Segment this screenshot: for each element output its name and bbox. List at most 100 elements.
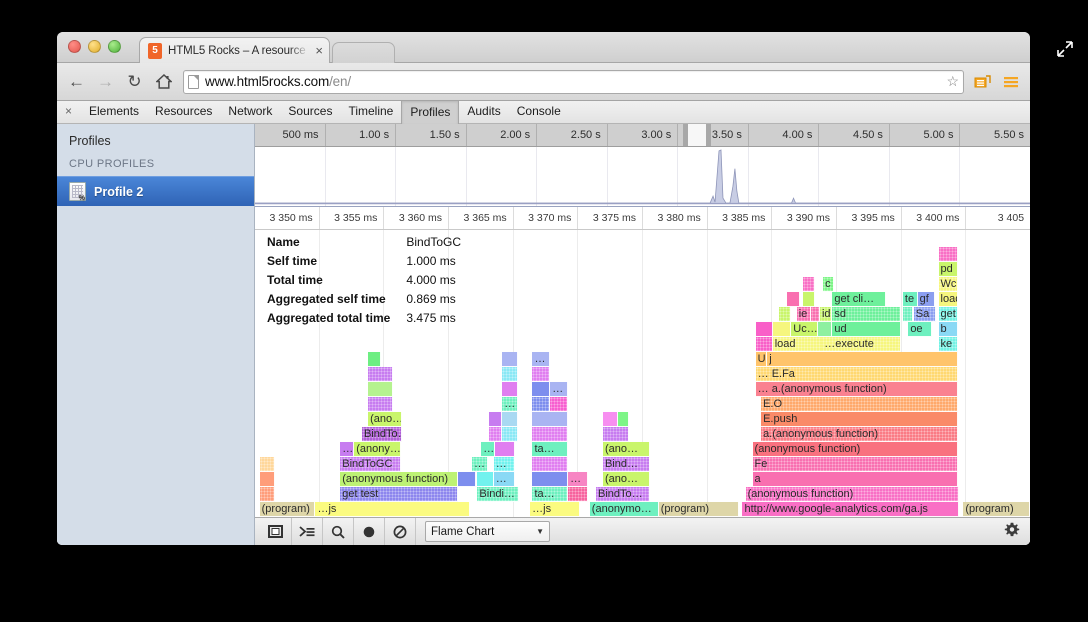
flame-block[interactable]: ta… (532, 487, 568, 502)
flame-block[interactable]: … (494, 472, 516, 487)
flame-block[interactable] (502, 352, 518, 367)
reload-button[interactable]: ↻ (125, 72, 144, 91)
flame-block[interactable]: sd (832, 307, 901, 322)
flame-block[interactable] (773, 322, 792, 337)
flame-block[interactable]: …js (315, 502, 470, 517)
flame-block[interactable] (368, 397, 393, 412)
flame-block[interactable]: te (903, 292, 918, 307)
flame-block[interactable] (368, 382, 393, 397)
flame-block[interactable] (603, 427, 629, 442)
window-controls[interactable] (68, 40, 121, 53)
flame-block[interactable]: ta… (532, 442, 568, 457)
flame-block[interactable]: U (756, 352, 768, 367)
flame-block[interactable]: … E.Fa (756, 367, 958, 382)
tab-elements[interactable]: Elements (81, 101, 147, 123)
flame-chart[interactable]: (program)…jsget test(anonymous function)… (255, 230, 1030, 517)
flame-block[interactable]: a.(anonymous function) (761, 427, 958, 442)
detail-time-ruler[interactable]: 3 350 ms3 355 ms3 360 ms3 365 ms3 370 ms… (255, 207, 1030, 230)
tab-network[interactable]: Network (220, 101, 280, 123)
flame-block[interactable] (260, 487, 276, 502)
flame-block[interactable] (818, 322, 832, 337)
flame-block[interactable] (756, 322, 773, 337)
flame-block[interactable] (532, 472, 568, 487)
cpu-overview-graph[interactable] (255, 147, 1030, 207)
bookmark-star-icon[interactable]: ☆ (946, 73, 959, 90)
flame-block[interactable]: Bind… (603, 457, 650, 472)
flame-block[interactable]: id (820, 307, 832, 322)
flame-block[interactable]: (ano… (603, 442, 650, 457)
flame-block[interactable] (532, 412, 568, 427)
flame-block[interactable]: … (568, 472, 588, 487)
tab-profiles[interactable]: Profiles (401, 101, 459, 124)
flame-block[interactable]: Sa (914, 307, 936, 322)
tab-sources[interactable]: Sources (280, 101, 340, 123)
flame-block[interactable]: get cli… (832, 292, 885, 307)
flame-block[interactable] (532, 427, 568, 442)
flame-block[interactable] (260, 472, 276, 487)
flame-block[interactable]: ud (832, 322, 901, 337)
home-button[interactable] (154, 72, 173, 91)
flame-block[interactable]: Wc (939, 277, 958, 292)
tab-resources[interactable]: Resources (147, 101, 220, 123)
flame-block[interactable]: b (939, 322, 958, 337)
flame-block[interactable] (260, 457, 276, 472)
page-info-icon[interactable] (188, 75, 199, 89)
browser-tab[interactable]: 5 HTML5 Rocks – A resource × (139, 37, 330, 63)
flame-block[interactable]: (anonymous function) (746, 487, 960, 502)
tab-console[interactable]: Console (509, 101, 569, 123)
flame-block[interactable]: Fe (753, 457, 958, 472)
flame-block[interactable]: … (494, 457, 516, 472)
flame-block[interactable]: (anony… (354, 442, 401, 457)
flame-block[interactable] (803, 277, 815, 292)
flame-block[interactable] (532, 367, 550, 382)
minimize-window-button[interactable] (88, 40, 101, 53)
flame-block[interactable]: gf (918, 292, 935, 307)
flame-block[interactable]: (ano… (603, 472, 650, 487)
flame-block[interactable]: (anonymous function) (753, 442, 958, 457)
dock-to-side-icon[interactable] (261, 518, 292, 545)
clear-icon[interactable] (385, 518, 416, 545)
close-window-button[interactable] (68, 40, 81, 53)
flame-block[interactable]: http://www.google-analytics.com/ga.js (742, 502, 959, 517)
flame-block[interactable] (603, 412, 618, 427)
flame-block[interactable] (489, 427, 502, 442)
flame-block[interactable]: j (767, 352, 958, 367)
view-mode-select[interactable]: Flame Chart ▼ (425, 521, 550, 542)
flame-block[interactable]: ie (797, 307, 811, 322)
flame-block[interactable] (756, 337, 773, 352)
flame-block[interactable] (477, 472, 493, 487)
back-button[interactable]: ← (67, 72, 86, 91)
record-icon[interactable] (354, 518, 385, 545)
flame-block[interactable] (803, 292, 815, 307)
flame-block[interactable]: … (502, 397, 518, 412)
flame-block[interactable] (532, 382, 550, 397)
flame-block[interactable]: c (823, 277, 834, 292)
zoom-window-button[interactable] (108, 40, 121, 53)
resize-corner-icon[interactable] (1056, 40, 1074, 58)
flame-block[interactable]: …js (530, 502, 580, 517)
flame-block[interactable]: Uc… (791, 322, 818, 337)
flame-block[interactable] (458, 472, 476, 487)
flame-block[interactable]: (program) (963, 502, 1030, 517)
flame-block[interactable] (532, 397, 550, 412)
flame-block[interactable] (489, 412, 502, 427)
flame-block[interactable]: …execute (822, 337, 901, 352)
flame-block[interactable] (568, 487, 588, 502)
flame-block[interactable] (502, 382, 518, 397)
sidebar-item-profile-2[interactable]: Profile 2 (57, 176, 254, 206)
flame-block[interactable] (787, 292, 799, 307)
flame-block[interactable]: … a.(anonymous function) (756, 382, 958, 397)
overview-selection-window[interactable] (683, 124, 711, 146)
flame-block[interactable]: … (550, 382, 568, 397)
gear-icon[interactable] (1004, 522, 1024, 542)
flame-block[interactable]: Bindi… (477, 487, 519, 502)
flame-block[interactable]: BindTo… (596, 487, 650, 502)
flame-block[interactable]: (anonymo… (590, 502, 659, 517)
flame-block[interactable]: … (532, 352, 550, 367)
flame-block[interactable]: E.push (761, 412, 958, 427)
close-icon[interactable]: × (315, 46, 323, 56)
flame-block[interactable]: … (481, 442, 495, 457)
search-icon[interactable] (323, 518, 354, 545)
flame-block[interactable] (550, 397, 568, 412)
flame-block[interactable]: get (939, 307, 958, 322)
